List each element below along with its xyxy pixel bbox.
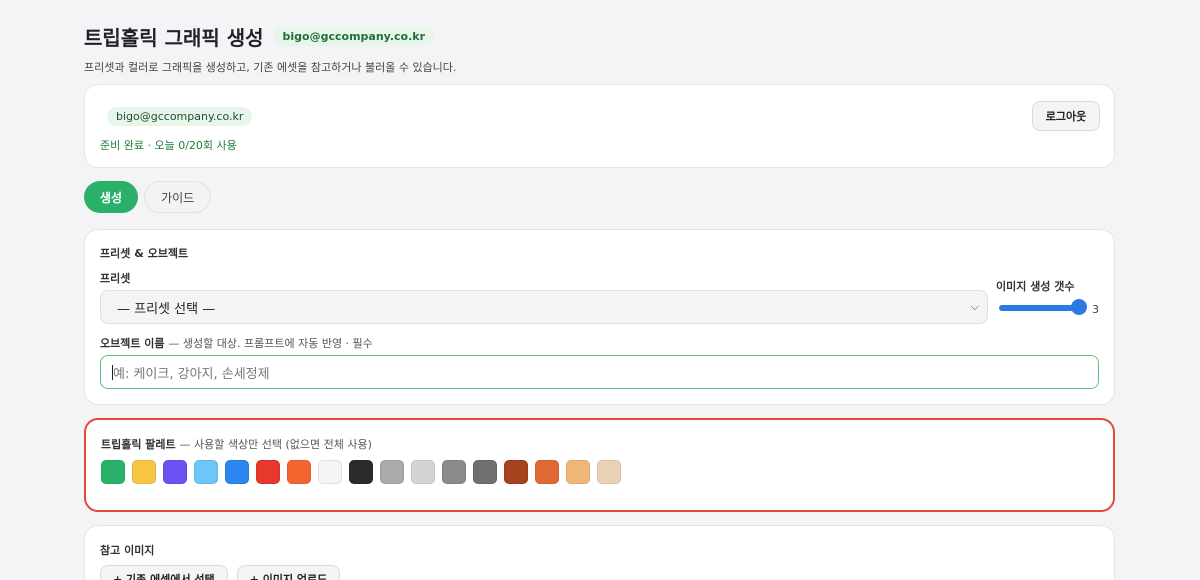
color-swatch[interactable] bbox=[101, 460, 125, 484]
color-swatch[interactable] bbox=[473, 460, 497, 484]
image-count-slider-thumb[interactable] bbox=[1071, 299, 1087, 315]
color-swatch[interactable] bbox=[380, 460, 404, 484]
upload-image-button[interactable]: + 이미지 업로드 bbox=[236, 565, 341, 580]
tab-guide[interactable]: 가이드 bbox=[144, 181, 212, 213]
color-swatch[interactable] bbox=[411, 460, 435, 484]
logout-button[interactable]: 로그아웃 bbox=[1032, 101, 1100, 131]
object-name-label: 오브젝트 이름 — 생성할 대상. 프롬프트에 자동 반영 · 필수 bbox=[100, 335, 373, 351]
preset-select-value: — 프리셋 선택 — bbox=[117, 301, 216, 317]
color-swatch[interactable] bbox=[349, 460, 373, 484]
palette-card: 트립홀릭 팔레트 — 사용할 색상만 선택 (없으면 전체 사용) bbox=[84, 418, 1115, 512]
palette-hint: — 사용할 색상만 선택 (없으면 전체 사용) bbox=[179, 438, 372, 451]
reference-button-row: + 기존 에셋에서 선택 + 이미지 업로드 bbox=[100, 565, 341, 580]
color-swatch[interactable] bbox=[566, 460, 590, 484]
image-count-value: 3 bbox=[1092, 303, 1099, 316]
palette-title: 트립홀릭 팔레트 bbox=[101, 438, 176, 451]
reference-section-title: 참고 이미지 bbox=[100, 544, 155, 557]
color-swatch[interactable] bbox=[535, 460, 559, 484]
object-name-hint: — 생성할 대상. 프롬프트에 자동 반영 · 필수 bbox=[168, 337, 373, 350]
select-existing-asset-button[interactable]: + 기존 에셋에서 선택 bbox=[100, 565, 228, 580]
object-name-placeholder: 예: 케이크, 강아지, 손세정제 bbox=[113, 366, 270, 382]
account-status-text: 준비 완료 · 오늘 0/20회 사용 bbox=[100, 139, 237, 152]
chevron-down-icon: ⌵ bbox=[970, 300, 979, 313]
color-swatch[interactable] bbox=[504, 460, 528, 484]
color-swatch[interactable] bbox=[132, 460, 156, 484]
palette-title-row: 트립홀릭 팔레트 — 사용할 색상만 선택 (없으면 전체 사용) bbox=[101, 436, 372, 452]
color-swatch[interactable] bbox=[256, 460, 280, 484]
account-email-badge: bigo@gccompany.co.kr bbox=[107, 107, 253, 126]
preset-select[interactable]: — 프리셋 선택 — ⌵ bbox=[100, 290, 988, 324]
color-swatch[interactable] bbox=[287, 460, 311, 484]
image-count-slider[interactable] bbox=[999, 305, 1079, 311]
preset-object-card: 프리셋 & 오브젝트 프리셋 — 프리셋 선택 — ⌵ 이미지 생성 갯수 3 … bbox=[84, 229, 1115, 405]
color-swatch[interactable] bbox=[163, 460, 187, 484]
page-subtitle: 프리셋과 컬러로 그래픽을 생성하고, 기존 에셋을 참고하거나 불러올 수 있… bbox=[84, 61, 457, 74]
object-name-input[interactable]: 예: 케이크, 강아지, 손세정제 bbox=[100, 355, 1099, 389]
app-window: 트립홀릭 그래픽 생성 bigo@gccompany.co.kr 프리셋과 컬러… bbox=[0, 0, 1200, 580]
text-caret bbox=[112, 365, 113, 380]
account-card: bigo@gccompany.co.kr 준비 완료 · 오늘 0/20회 사용… bbox=[84, 84, 1115, 168]
color-swatch-list bbox=[101, 460, 621, 484]
color-swatch[interactable] bbox=[225, 460, 249, 484]
preset-section-title: 프리셋 & 오브젝트 bbox=[100, 247, 189, 260]
tab-generate[interactable]: 생성 bbox=[84, 181, 139, 213]
user-email-badge: bigo@gccompany.co.kr bbox=[273, 27, 435, 46]
page-title: 트립홀릭 그래픽 생성 bbox=[84, 26, 264, 50]
preset-label: 프리셋 bbox=[100, 272, 131, 285]
image-count-label: 이미지 생성 갯수 bbox=[996, 280, 1075, 293]
color-swatch[interactable] bbox=[318, 460, 342, 484]
color-swatch[interactable] bbox=[597, 460, 621, 484]
reference-image-card: 참고 이미지 + 기존 에셋에서 선택 + 이미지 업로드 bbox=[84, 525, 1115, 580]
page-header: 트립홀릭 그래픽 생성 bigo@gccompany.co.kr 프리셋과 컬러… bbox=[84, 22, 1115, 75]
object-name-label-text: 오브젝트 이름 bbox=[100, 337, 165, 350]
tab-bar: 생성 가이드 bbox=[84, 181, 212, 213]
color-swatch[interactable] bbox=[442, 460, 466, 484]
color-swatch[interactable] bbox=[194, 460, 218, 484]
